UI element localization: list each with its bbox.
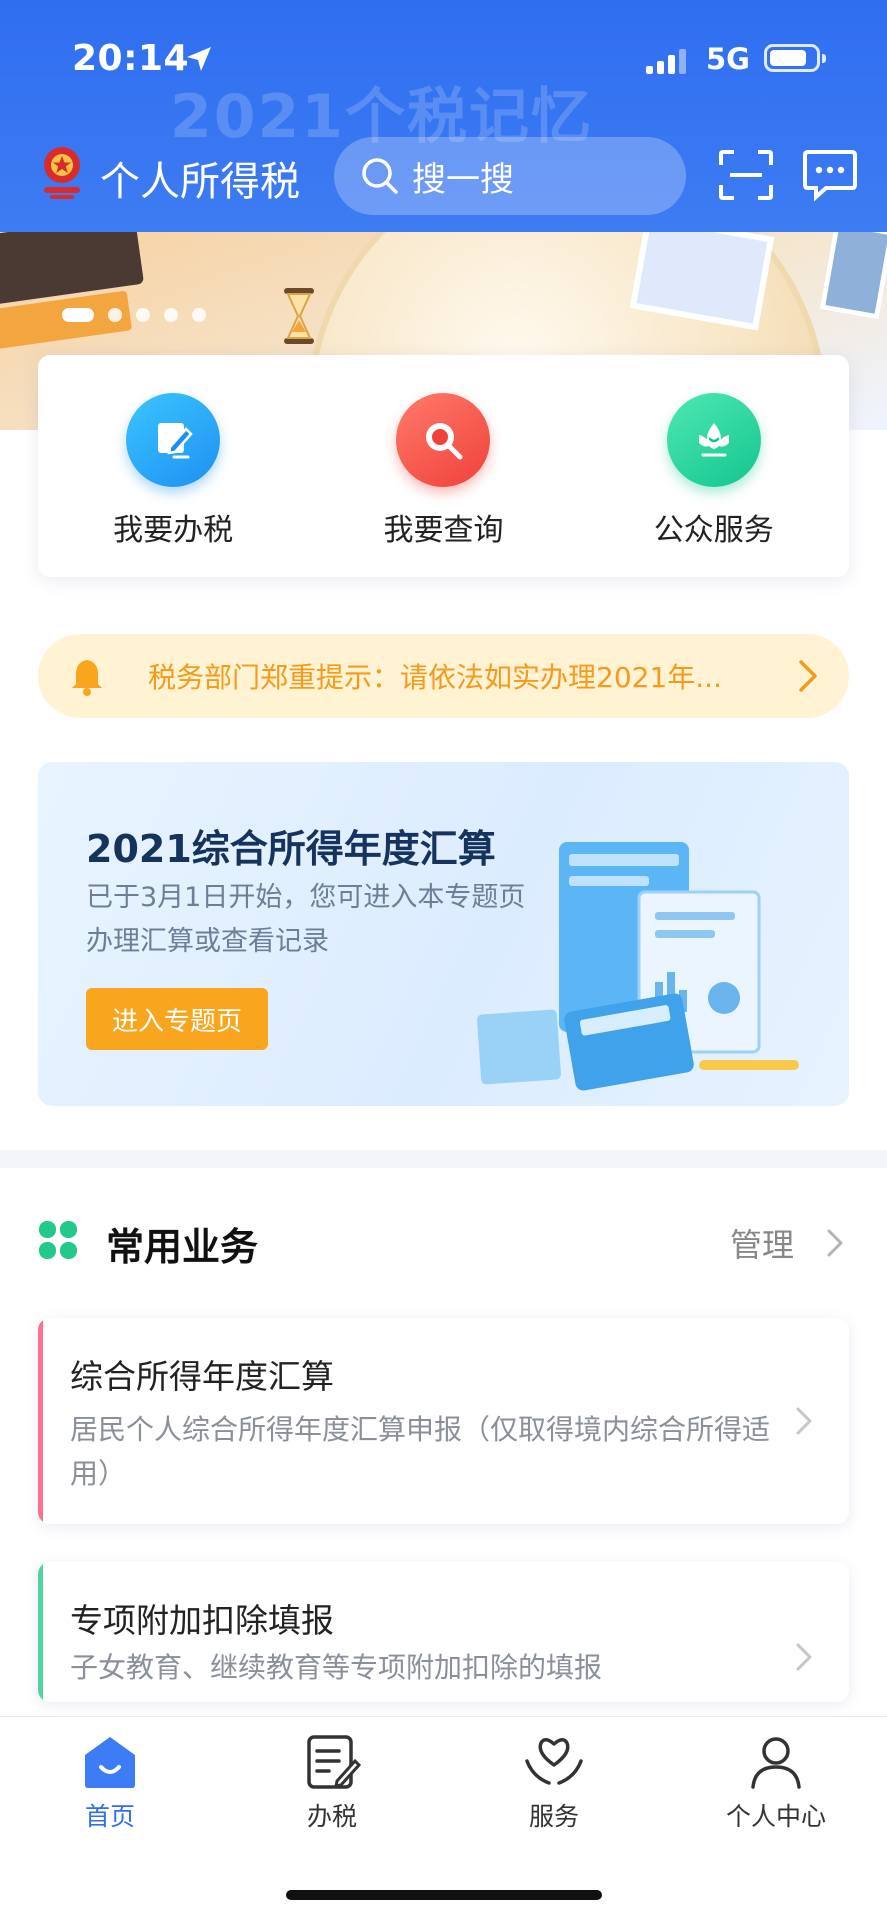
business-item-description: 居民个人综合所得年度汇算申报（仅取得境内综合所得适用） <box>70 1413 771 1490</box>
notice-text: 税务部门郑重提示：请依法如实办理2021年... <box>148 661 722 694</box>
accent-stripe <box>38 1562 43 1702</box>
cellular-signal-icon <box>646 48 686 74</box>
battery-icon <box>764 44 826 72</box>
grid-flower-icon <box>39 1221 77 1259</box>
promo-title: 2021综合所得年度汇算 <box>86 827 496 871</box>
home-indicator[interactable] <box>286 1890 602 1900</box>
scan-icon[interactable] <box>718 149 774 201</box>
quick-action-query[interactable]: 我要查询 <box>308 355 578 577</box>
search-bar[interactable]: 搜一搜 <box>334 137 686 215</box>
tax-emblem-logo <box>44 147 80 199</box>
quick-action-tax-filing[interactable]: 我要办税 <box>38 355 308 577</box>
top-header: 2021个税记忆 20:14 5G 个人所得税 搜一搜 <box>0 0 887 232</box>
tab-label: 办税 <box>306 1802 357 1831</box>
chevron-right-icon <box>796 1407 812 1435</box>
app-title: 个人所得税 <box>100 159 300 205</box>
tab-service[interactable]: 服务 <box>484 1731 624 1833</box>
quick-action-label: 公众服务 <box>653 513 774 548</box>
chevron-right-icon <box>799 660 817 692</box>
lotus-icon <box>666 393 761 487</box>
banner-pagination <box>62 308 206 322</box>
banner-photo-illustration <box>819 220 887 320</box>
pagination-dot[interactable] <box>62 308 94 322</box>
tab-label: 个人中心 <box>725 1802 826 1831</box>
search-icon <box>362 158 398 194</box>
status-bar: 20:14 5G <box>0 36 887 86</box>
chevron-right-icon[interactable] <box>826 1228 844 1258</box>
app-bar: 个人所得税 搜一搜 <box>0 135 887 215</box>
search-icon <box>396 393 491 487</box>
home-icon <box>85 1737 135 1788</box>
annual-settlement-promo[interactable]: 2021综合所得年度汇算 已于3月1日开始，您可进入本专题页办理汇算或查看记录 … <box>38 762 849 1106</box>
section-title: 常用业务 <box>106 1225 259 1269</box>
quick-actions-card: 我要办税 我要查询 公众服务 <box>38 355 849 577</box>
section-divider <box>0 1150 887 1168</box>
enter-topic-button[interactable]: 进入专题页 <box>86 988 268 1050</box>
message-icon[interactable] <box>802 149 858 201</box>
accent-stripe <box>38 1318 43 1524</box>
pagination-dot[interactable] <box>108 308 122 322</box>
user-icon <box>751 1737 801 1789</box>
document-edit-icon <box>307 1735 362 1789</box>
pagination-dot[interactable] <box>164 308 178 322</box>
hourglass-icon <box>284 288 314 344</box>
network-type: 5G <box>706 42 750 76</box>
quick-action-label: 我要办税 <box>113 513 234 548</box>
status-time: 20:14 <box>72 38 190 79</box>
tab-label: 首页 <box>84 1802 135 1831</box>
business-item-description: 子女教育、继续教育等专项附加扣除的填报 <box>70 1651 603 1684</box>
edit-icon <box>126 393 221 487</box>
location-arrow-icon <box>187 47 211 71</box>
business-item-title: 专项附加扣除填报 <box>70 1601 334 1640</box>
common-business-header: 常用业务 管理 <box>0 1198 887 1278</box>
search-placeholder: 搜一搜 <box>412 159 514 200</box>
business-item-title: 综合所得年度汇算 <box>70 1357 334 1396</box>
pagination-dot[interactable] <box>192 308 206 322</box>
manage-link[interactable]: 管理 <box>730 1220 794 1266</box>
bell-icon <box>72 660 102 696</box>
business-item-annual-settlement[interactable]: 综合所得年度汇算 居民个人综合所得年度汇算申报（仅取得境内综合所得适用） <box>38 1318 849 1524</box>
documents-calculator-illustration <box>476 842 799 1091</box>
tab-home[interactable]: 首页 <box>40 1731 180 1833</box>
chevron-right-icon <box>796 1643 812 1671</box>
quick-action-label: 我要查询 <box>383 513 504 548</box>
tab-tax[interactable]: 办税 <box>262 1731 402 1833</box>
pagination-dot[interactable] <box>136 308 150 322</box>
heart-hands-icon <box>525 1738 583 1785</box>
quick-action-public-service[interactable]: 公众服务 <box>579 355 849 577</box>
business-item-special-deduction[interactable]: 专项附加扣除填报 子女教育、继续教育等专项附加扣除的填报 <box>38 1562 849 1702</box>
tab-personal-center[interactable]: 个人中心 <box>706 1731 846 1833</box>
notice-banner[interactable]: 税务部门郑重提示：请依法如实办理2021年... <box>38 634 849 718</box>
tab-label: 服务 <box>528 1802 579 1831</box>
